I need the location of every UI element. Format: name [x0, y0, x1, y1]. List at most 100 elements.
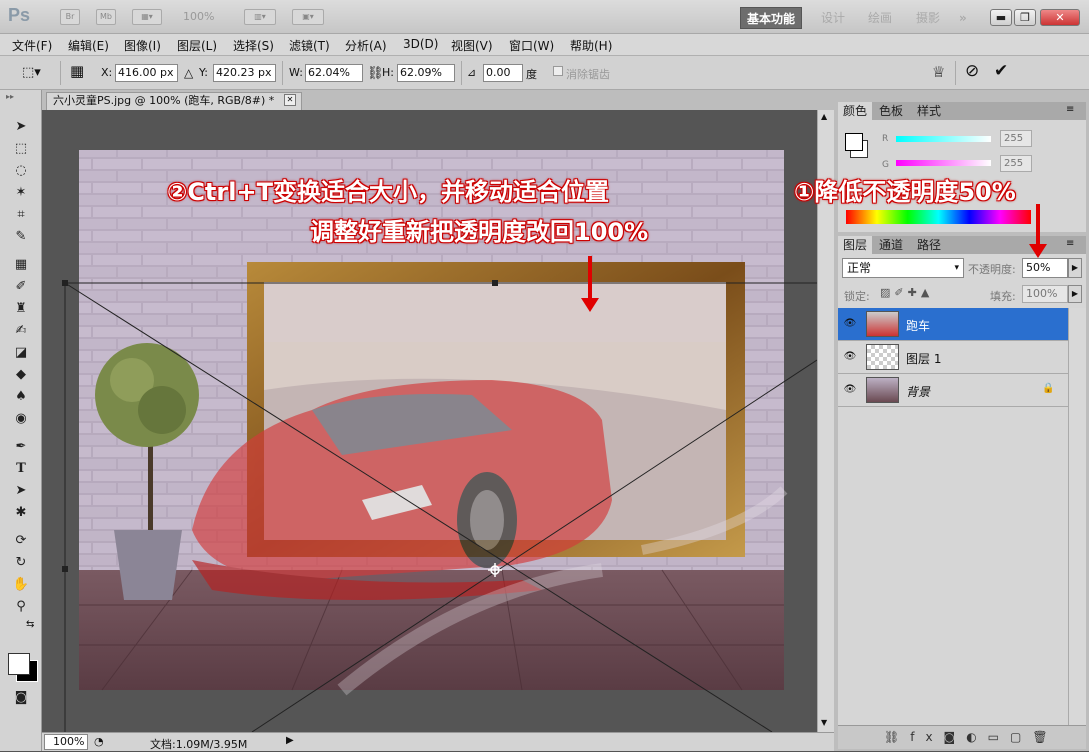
history-brush-tool-icon[interactable]: ✍ — [9, 321, 33, 341]
menu-view[interactable]: 视图(V) — [451, 37, 493, 54]
r-input[interactable]: 255 — [1000, 130, 1032, 147]
brush-tool-icon[interactable]: ✐ — [9, 277, 33, 297]
bridge-button[interactable]: Br — [60, 9, 80, 25]
x-input[interactable]: 416.00 px — [115, 64, 178, 82]
zoom-level-select[interactable]: 100% — [183, 10, 214, 23]
height-input[interactable]: 62.09% — [397, 64, 455, 82]
dodge-tool-icon[interactable]: ◉ — [9, 409, 33, 429]
visibility-eye-icon[interactable]: 👁 — [843, 318, 857, 330]
shape-tool-icon[interactable]: ✱ — [9, 503, 33, 523]
layer-row-layer1[interactable]: 👁 图层 1 — [838, 341, 1068, 374]
paint-bucket-tool-icon[interactable]: ◆ — [9, 365, 33, 385]
collapse-icon[interactable]: ▸▸ — [6, 92, 14, 101]
workspace-painting[interactable]: 绘画 — [862, 7, 898, 29]
menu-3d[interactable]: 3D(D) — [403, 37, 438, 51]
workspace-design[interactable]: 设计 — [815, 7, 851, 29]
blur-tool-icon[interactable]: ♠ — [9, 387, 33, 407]
menu-layer[interactable]: 图层(L) — [177, 37, 217, 54]
tab-styles[interactable]: 样式 — [912, 102, 946, 120]
move-tool-icon[interactable]: ➤ — [9, 117, 33, 137]
menu-edit[interactable]: 编辑(E) — [68, 37, 109, 54]
opacity-input[interactable]: 50% — [1022, 258, 1068, 278]
opacity-arrow-icon[interactable]: ▶ — [1068, 258, 1082, 278]
minimize-button[interactable]: ▬ — [990, 9, 1012, 26]
layer-row-car[interactable]: 👁 跑车 — [838, 308, 1068, 341]
warp-icon[interactable]: ♕ — [932, 63, 945, 81]
type-tool-icon[interactable]: T — [9, 459, 33, 479]
workspace-photography[interactable]: 摄影 — [910, 7, 946, 29]
menu-filter[interactable]: 滤镜(T) — [289, 37, 330, 54]
crop-tool-icon[interactable]: ⌗ — [9, 205, 33, 225]
swap-colors-icon[interactable]: ⇆ — [26, 619, 34, 630]
width-input[interactable]: 62.04% — [305, 64, 363, 82]
y-input[interactable]: 420.23 px — [213, 64, 276, 82]
tab-color[interactable]: 颜色 — [838, 102, 873, 120]
3d-orbit-tool-icon[interactable]: ↻ — [9, 553, 33, 573]
magic-wand-tool-icon[interactable]: ✶ — [9, 183, 33, 203]
blend-mode-select[interactable]: 正常 ▾ — [842, 258, 964, 278]
commit-transform-icon[interactable]: ✔ — [994, 61, 1008, 81]
menu-file[interactable]: 文件(F) — [12, 37, 52, 54]
delta-icon[interactable]: △ — [184, 66, 193, 80]
workspace-essentials[interactable]: 基本功能 — [740, 7, 803, 29]
pen-tool-icon[interactable]: ✒ — [9, 437, 33, 457]
hand-tool-icon[interactable]: ✋ — [9, 575, 33, 595]
cancel-transform-icon[interactable]: ⊘ — [965, 61, 979, 81]
close-button[interactable]: ✕ — [1040, 9, 1080, 26]
tab-swatches[interactable]: 色板 — [874, 102, 908, 120]
tab-channels[interactable]: 通道 — [874, 236, 908, 254]
arrange-documents-icon[interactable]: ▥▾ — [244, 9, 276, 25]
layer-thumbnail — [866, 311, 899, 337]
healing-brush-tool-icon[interactable]: ▦ — [9, 255, 33, 275]
scroll-down-icon[interactable]: ▼ — [821, 718, 827, 727]
menu-window[interactable]: 窗口(W) — [509, 37, 554, 54]
menu-analysis[interactable]: 分析(A) — [345, 37, 387, 54]
panel-menu-icon[interactable]: ≡ — [1066, 104, 1074, 115]
path-selection-tool-icon[interactable]: ➤ — [9, 481, 33, 501]
foreground-color-swatch[interactable] — [8, 653, 30, 675]
g-input[interactable]: 255 — [1000, 155, 1032, 172]
screen-mode-icon[interactable]: ▣▾ — [292, 9, 324, 25]
quick-mask-icon[interactable]: ◙ — [9, 688, 33, 708]
layer-actions-icons[interactable]: ⛓fx◙◐▭▢🗑 — [884, 730, 1059, 744]
angle-input[interactable]: 0.00 — [483, 64, 523, 82]
mini-bridge-button[interactable]: Mb — [96, 9, 116, 25]
layer-row-background[interactable]: 👁 背景 🔒 — [838, 374, 1068, 407]
status-menu-arrow-icon[interactable]: ▶ — [286, 735, 294, 746]
eraser-tool-icon[interactable]: ◪ — [9, 343, 33, 363]
reference-point-icon[interactable]: ▦ — [70, 62, 84, 80]
scroll-up-icon[interactable]: ▲ — [821, 112, 827, 121]
antialias-checkbox[interactable] — [553, 66, 563, 76]
fill-arrow-icon[interactable]: ▶ — [1068, 285, 1082, 303]
g-slider[interactable] — [896, 160, 991, 166]
clone-stamp-tool-icon[interactable]: ♜ — [9, 299, 33, 319]
menu-select[interactable]: 选择(S) — [233, 37, 274, 54]
visibility-eye-icon[interactable]: 👁 — [843, 384, 857, 396]
document-tab[interactable]: 六小灵童PS.jpg @ 100% (跑车, RGB/8#) * — [46, 92, 302, 110]
menu-image[interactable]: 图像(I) — [124, 37, 161, 54]
tab-layers[interactable]: 图层 — [838, 236, 873, 254]
visibility-eye-icon[interactable]: 👁 — [843, 351, 857, 363]
more-workspaces-icon[interactable]: » — [953, 7, 973, 29]
zoom-field[interactable]: 100% — [44, 734, 88, 750]
eyedropper-tool-icon[interactable]: ✎ — [9, 227, 33, 247]
fg-color-chip[interactable] — [845, 133, 863, 151]
marquee-tool-icon[interactable]: ⬚ — [9, 139, 33, 159]
canvas-area[interactable]: ②Ctrl+T变换适合大小，并移动适合位置 调整好重新把透明度改回100% — [42, 110, 817, 732]
menu-help[interactable]: 帮助(H) — [570, 37, 612, 54]
move-tool-preset-icon[interactable]: ⬚▾ — [22, 65, 41, 80]
tab-paths[interactable]: 路径 — [912, 236, 946, 254]
lock-icons[interactable]: ▨✐✚▲ — [880, 286, 933, 299]
lasso-tool-icon[interactable]: ◌ — [9, 161, 33, 181]
status-info-icon[interactable]: ◔ — [94, 735, 104, 748]
zoom-tool-icon[interactable]: ⚲ — [9, 597, 33, 617]
document-close-icon[interactable]: ✕ — [284, 94, 296, 106]
r-slider[interactable] — [896, 136, 991, 142]
3d-rotate-tool-icon[interactable]: ⟳ — [9, 531, 33, 551]
layers-scrollbar[interactable] — [1068, 308, 1086, 725]
view-extras-icon[interactable]: ▦▾ — [132, 9, 162, 25]
restore-button[interactable]: ❐ — [1014, 9, 1036, 26]
fill-input[interactable]: 100% — [1022, 285, 1068, 303]
color-spectrum[interactable] — [846, 210, 1031, 224]
layers-panel-menu-icon[interactable]: ≡ — [1066, 238, 1074, 249]
